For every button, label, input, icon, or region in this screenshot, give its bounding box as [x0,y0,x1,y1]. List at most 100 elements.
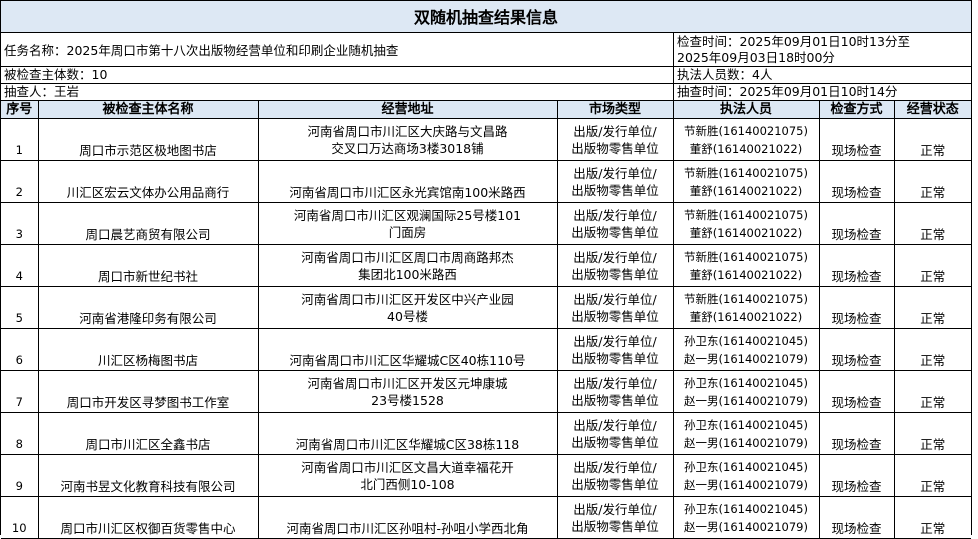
officer-count-cell: 执法人员数：4人 [674,67,971,83]
market-type-line-2: 出版物零售单位 [571,434,659,450]
header-address: 经营地址 [257,101,558,119]
row-seq: 1 [1,118,39,161]
market-type-line-2: 出版物零售单位 [571,224,659,240]
officer-1: 节新胜(16140021075) [684,207,808,222]
check-time-cell: 抽查时间：2025年09月01日10时14分 [674,84,971,100]
officer-1: 孙卫东(16140021045) [684,459,808,474]
address-line-1: 河南省周口市川汇区观澜国际25号楼101 [293,207,522,223]
address-line-1: 河南省周口市川汇区华耀城C区38栋118 [295,437,520,452]
market-type-line-1: 出版/发行单位/ [573,249,657,265]
officer-1: 孙卫东(16140021045) [684,375,808,390]
header-subject-name: 被检查主体名称 [37,101,259,119]
row-status: 正常 [893,160,971,203]
officer-2: 赵一男(16140021079) [684,435,808,450]
row-subject-name: 川汇区杨梅图书店 [37,328,259,371]
header-officers: 执法人员 [672,101,820,119]
header-seq: 序号 [1,101,39,119]
address-line-1: 河南省周口市川汇区华耀城C区40栋110号 [289,353,526,368]
row-seq: 3 [1,202,39,245]
row-market-type: 出版/发行单位/出版物零售单位 [556,118,674,161]
row-status: 正常 [893,328,971,371]
row-market-type: 出版/发行单位/出版物零售单位 [556,244,674,287]
row-market-type: 出版/发行单位/出版物零售单位 [556,202,674,245]
market-type-line-2: 出版物零售单位 [571,308,659,324]
inspection-time-end: 2025年09月03日18时00分 [677,50,835,65]
table-row: 7 周口市开发区寻梦图书工作室 河南省周口市川汇区开发区元坤康城 23号楼1528 出版… [1,370,971,413]
header-market-type: 市场类型 [556,101,674,119]
row-subject-name: 周口市川汇区全鑫书店 [37,412,259,455]
row-address: 河南省周口市川汇区永光宾馆南100米路西 [257,160,558,203]
market-type-line-2: 出版物零售单位 [571,476,659,492]
row-status: 正常 [893,202,971,245]
row-seq: 10 [1,496,39,539]
officer-2: 董舒(16140021022) [689,309,803,324]
row-seq: 6 [1,328,39,371]
check-time-label: 抽查时间： [677,84,740,99]
row-address: 河南省周口市川汇区文昌大道幸福花开 北门西侧10-108 [257,454,558,497]
row-address: 河南省周口市川汇区观澜国际25号楼101 门面房 [257,202,558,245]
address-line-2: 北门西侧10-108 [360,476,455,492]
row-subject-name: 河南省港隆印务有限公司 [37,286,259,329]
row-status: 正常 [893,412,971,455]
row-officers: 孙卫东(16140021045) 赵一男(16140021079) [672,454,820,497]
market-type-line-2: 出版物零售单位 [571,350,659,366]
row-address: 河南省周口市川汇区开发区中兴产业园 40号楼 [257,286,558,329]
inspection-time-cell: 检查时间：2025年09月01日10时13分至 2025年09月03日18时00… [674,33,971,66]
officer-1: 孙卫东(16140021045) [684,501,808,516]
officer-count-value: 4人 [752,67,773,82]
address-line-1: 河南省周口市川汇区大庆路与文昌路 [307,123,508,139]
market-type-line-1: 出版/发行单位/ [573,333,657,349]
row-subject-name: 川汇区宏云文体办公用品商行 [37,160,259,203]
market-type-line-1: 出版/发行单位/ [573,417,657,433]
officer-2: 赵一男(16140021079) [684,351,808,366]
address-line-2: 集团北100米路西 [358,266,457,282]
inspection-time-label: 检查时间： [677,34,740,49]
row-method: 现场检查 [818,412,895,455]
address-line-2: 40号楼 [387,308,428,324]
row-subject-name: 周口市开发区寻梦图书工作室 [37,370,259,413]
market-type-line-1: 出版/发行单位/ [573,459,657,475]
row-subject-name: 河南书昱文化教育科技有限公司 [37,454,259,497]
table-row: 1 周口市示范区极地图书店 河南省周口市川汇区大庆路与文昌路 交叉口万达商场3楼301… [1,118,971,161]
row-seq: 5 [1,286,39,329]
table-row: 3 周口晨艺商贸有限公司 河南省周口市川汇区观澜国际25号楼101 门面房 出版/发行单… [1,202,971,245]
row-officers: 孙卫东(16140021045) 赵一男(16140021079) [672,370,820,413]
row-status: 正常 [893,496,971,539]
row-method: 现场检查 [818,118,895,161]
row-seq: 7 [1,370,39,413]
row-address: 河南省周口市川汇区孙咀村-孙咀小学西北角 [257,496,558,539]
market-type-line-2: 出版物零售单位 [571,266,659,282]
row-officers: 节新胜(16140021075) 董舒(16140021022) [672,286,820,329]
subject-count-cell: 被检查主体数：10 [1,67,674,83]
row-method: 现场检查 [818,328,895,371]
task-name-cell: 任务名称： 2025年周口市第十八次出版物经营单位和印刷企业随机抽查 [1,33,674,66]
row-officers: 节新胜(16140021075) 董舒(16140021022) [672,160,820,203]
officer-2: 赵一男(16140021079) [684,393,808,408]
table-row: 6 川汇区杨梅图书店河南省周口市川汇区华耀城C区40栋110号 出版/发行单位/出版… [1,328,971,371]
row-status: 正常 [893,286,971,329]
page-title: 双随机抽查结果信息 [1,0,971,33]
row-market-type: 出版/发行单位/出版物零售单位 [556,496,674,539]
row-seq: 2 [1,160,39,203]
table-row: 2 川汇区宏云文体办公用品商行 河南省周口市川汇区永光宾馆南100米路西 出版/发行单… [1,160,971,203]
row-officers: 孙卫东(16140021045) 赵一男(16140021079) [672,496,820,539]
address-line-1: 河南省周口市川汇区文昌大道幸福花开 [301,459,514,475]
officer-2: 董舒(16140021022) [689,141,803,156]
market-type-line-2: 出版物零售单位 [571,392,659,408]
row-officers: 节新胜(16140021075) 董舒(16140021022) [672,118,820,161]
table-row: 4 周口市新世纪书社 河南省周口市川汇区周口市周商路邦杰 集团北100米路西 出版/发行… [1,244,971,287]
row-address: 河南省周口市川汇区大庆路与文昌路 交叉口万达商场3楼3018铺 [257,118,558,161]
row-address: 河南省周口市川汇区开发区元坤康城 23号楼1528 [257,370,558,413]
row-status: 正常 [893,454,971,497]
officer-1: 节新胜(16140021075) [684,123,808,138]
row-subject-name: 周口晨艺商贸有限公司 [37,202,259,245]
row-officers: 节新胜(16140021075) 董舒(16140021022) [672,202,820,245]
row-method: 现场检查 [818,244,895,287]
officer-2: 赵一男(16140021079) [684,519,808,534]
address-line-2: 23号楼1528 [371,392,444,408]
market-type-line-1: 出版/发行单位/ [573,207,657,223]
row-officers: 孙卫东(16140021045) 赵一男(16140021079) [672,412,820,455]
check-time-value: 2025年09月01日10时14分 [739,84,898,99]
market-type-line-2: 出版物零售单位 [571,182,659,198]
officer-1: 孙卫东(16140021045) [684,417,808,432]
